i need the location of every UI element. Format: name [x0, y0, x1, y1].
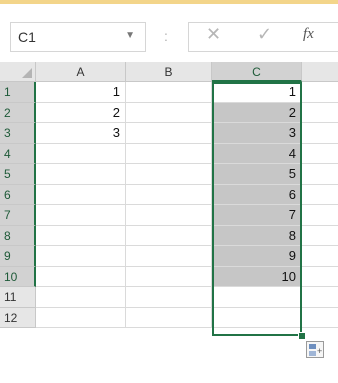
- quick-analysis-plus: +: [317, 346, 323, 356]
- cell-c9[interactable]: 9: [212, 246, 302, 267]
- cell-b7[interactable]: [126, 205, 212, 226]
- column-header-c[interactable]: C: [212, 62, 302, 82]
- column-header-a[interactable]: A: [36, 62, 126, 82]
- cell-a4[interactable]: [36, 143, 126, 164]
- worksheet-grid: A B C 1 1 1 2 2 2 3 3 3 4 4 5 5 6 6 7 7 8 8 9 9 10 10 11 12 +: [0, 62, 338, 383]
- cell-d4[interactable]: [302, 144, 338, 164]
- cell-c1[interactable]: 1: [212, 82, 302, 103]
- cancel-icon[interactable]: ✕: [206, 24, 221, 45]
- cell-c3[interactable]: 3: [212, 123, 302, 144]
- fill-handle[interactable]: [298, 332, 306, 340]
- cell-d5[interactable]: [302, 164, 338, 185]
- cell-c5[interactable]: 5: [212, 164, 302, 185]
- cell-a10[interactable]: [36, 266, 126, 287]
- cell-d7[interactable]: [302, 205, 338, 226]
- enter-icon[interactable]: ✓: [257, 24, 272, 45]
- quick-analysis-icon-part: [309, 351, 316, 356]
- cell-b4[interactable]: [126, 143, 212, 164]
- cell-d3[interactable]: [302, 123, 338, 144]
- row-header-10[interactable]: 10: [0, 266, 36, 287]
- row-header-11[interactable]: 11: [0, 287, 36, 308]
- cell-c8[interactable]: 8: [212, 225, 302, 246]
- cell-d2[interactable]: [302, 103, 338, 123]
- row-header-4[interactable]: 4: [0, 143, 36, 164]
- cell-a9[interactable]: [36, 246, 126, 267]
- cell-c2[interactable]: 2: [212, 102, 302, 123]
- cell-b2[interactable]: [126, 102, 212, 123]
- chevron-down-icon[interactable]: ▼: [125, 30, 135, 41]
- row-header-12[interactable]: 12: [0, 307, 36, 328]
- cell-d9[interactable]: [302, 246, 338, 267]
- row-header-8[interactable]: 8: [0, 225, 36, 246]
- row-header-3[interactable]: 3: [0, 123, 36, 144]
- row-header-1[interactable]: 1: [0, 82, 36, 103]
- cell-c12[interactable]: [212, 307, 302, 328]
- cell-c7[interactable]: 7: [212, 205, 302, 226]
- cell-b6[interactable]: [126, 184, 212, 205]
- cell-c6[interactable]: 6: [212, 184, 302, 205]
- cell-a1[interactable]: 1: [36, 82, 126, 103]
- cell-a7[interactable]: [36, 205, 126, 226]
- cell-d12[interactable]: [302, 308, 338, 328]
- row-header-5[interactable]: 5: [0, 164, 36, 185]
- cell-d8[interactable]: [302, 226, 338, 246]
- name-box-value: C1: [18, 29, 36, 45]
- cell-a11[interactable]: [36, 287, 126, 308]
- row-header-6[interactable]: 6: [0, 184, 36, 205]
- cell-b1[interactable]: [126, 82, 212, 103]
- cell-a8[interactable]: [36, 225, 126, 246]
- column-header-d[interactable]: [302, 62, 338, 82]
- column-header-b[interactable]: B: [126, 62, 212, 82]
- select-all-icon: [22, 68, 32, 78]
- cell-c11[interactable]: [212, 287, 302, 308]
- cell-a3[interactable]: 3: [36, 123, 126, 144]
- cell-b3[interactable]: [126, 123, 212, 144]
- formula-bar-separator: :: [164, 28, 168, 44]
- row-header-9[interactable]: 9: [0, 246, 36, 267]
- cell-a2[interactable]: 2: [36, 102, 126, 123]
- select-all-button[interactable]: [0, 62, 36, 82]
- insert-function-icon[interactable]: fx: [303, 26, 314, 43]
- row-header-2[interactable]: 2: [0, 102, 36, 123]
- cell-b12[interactable]: [126, 307, 212, 328]
- cell-b8[interactable]: [126, 225, 212, 246]
- cell-b9[interactable]: [126, 246, 212, 267]
- quick-analysis-button[interactable]: +: [306, 341, 324, 358]
- cell-a12[interactable]: [36, 307, 126, 328]
- cell-d6[interactable]: [302, 185, 338, 205]
- cell-a6[interactable]: [36, 184, 126, 205]
- cell-c4[interactable]: 4: [212, 143, 302, 164]
- cell-d1[interactable]: [302, 82, 338, 103]
- cell-d10[interactable]: [302, 267, 338, 287]
- formula-bar: C1 ▼ : ✕ ✓ fx: [0, 4, 338, 62]
- cell-c10[interactable]: 10: [212, 266, 302, 287]
- cell-b10[interactable]: [126, 266, 212, 287]
- cell-d11[interactable]: [302, 287, 338, 308]
- cell-b5[interactable]: [126, 164, 212, 185]
- name-box[interactable]: C1 ▼: [10, 22, 146, 52]
- cell-b11[interactable]: [126, 287, 212, 308]
- cell-a5[interactable]: [36, 164, 126, 185]
- row-header-7[interactable]: 7: [0, 205, 36, 226]
- quick-analysis-icon: [309, 344, 316, 349]
